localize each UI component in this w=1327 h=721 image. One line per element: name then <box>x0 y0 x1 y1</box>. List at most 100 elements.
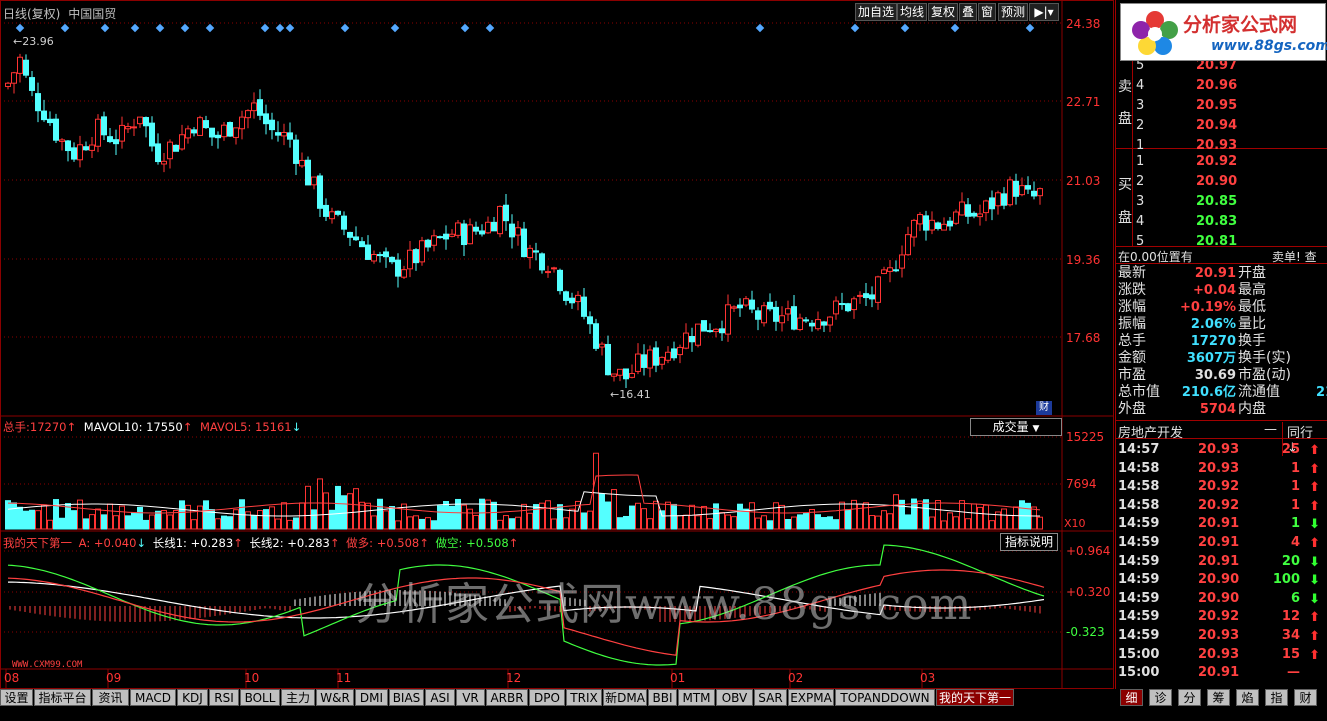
quote-value: 30.69 <box>1194 368 1236 383</box>
volume-bar <box>893 494 899 530</box>
candle-body <box>785 308 791 315</box>
indicator-help-button[interactable]: 指标说明 <box>1000 533 1058 551</box>
volume-bar <box>41 504 47 530</box>
window-button[interactable]: 窗 <box>978 3 997 21</box>
volume-bar <box>251 515 257 530</box>
candle-body <box>281 131 287 137</box>
candle-body <box>605 343 611 376</box>
stock-name: 中国国贸 <box>68 7 117 21</box>
candle-body <box>929 219 935 231</box>
order-book-row[interactable]: 2 20.90 <box>1116 172 1327 192</box>
side-tab-4[interactable]: 焰 <box>1236 689 1259 706</box>
signal-diamond <box>60 23 70 33</box>
tab-vr[interactable]: VR <box>456 689 485 706</box>
candle-body <box>515 227 521 236</box>
volume-bar <box>623 515 629 530</box>
tab-expma[interactable]: EXPMA <box>788 689 834 706</box>
tab-主力[interactable]: 主力 <box>281 689 315 706</box>
tab-obv[interactable]: OBV <box>716 689 753 706</box>
volume-selector[interactable]: 成交量 ▼ <box>970 418 1062 436</box>
order-book-row[interactable]: 3 20.95 <box>1116 96 1327 116</box>
candle-body <box>59 139 65 142</box>
overlay-button[interactable]: 叠 <box>959 3 978 21</box>
sector-name[interactable]: 房地产开发 <box>1118 422 1183 441</box>
volume-bar <box>35 510 41 530</box>
finance-badge[interactable]: 财 <box>1036 401 1052 415</box>
side-tab-0[interactable]: 细 <box>1120 689 1143 706</box>
volume-bar <box>359 501 365 530</box>
tab-arbr[interactable]: ARBR <box>486 689 528 706</box>
volume-bars <box>5 452 1043 530</box>
side-tab-1[interactable]: 诊 <box>1149 689 1172 706</box>
side-tab-3[interactable]: 筹 <box>1207 689 1230 706</box>
month-label: 09 <box>106 671 121 685</box>
quote-label: 总手 <box>1118 333 1146 349</box>
candle-body <box>107 136 113 143</box>
volume-bar <box>125 515 131 530</box>
tab-dmi[interactable]: DMI <box>355 689 388 706</box>
tab-我的天下第一[interactable]: 我的天下第一 <box>936 689 1014 706</box>
volume-bar <box>107 503 113 530</box>
order-book-row[interactable]: 4 20.96 <box>1116 76 1327 96</box>
volume-bar <box>407 516 413 530</box>
trade-time: 15:00 <box>1118 665 1160 681</box>
volume-bar <box>785 519 791 530</box>
volume-bar <box>965 518 971 530</box>
adjust-button[interactable]: 复权 <box>928 3 959 21</box>
tab-设置[interactable]: 设置 <box>0 689 33 706</box>
trade-time: 14:58 <box>1118 460 1160 476</box>
trade-row: 14:58 20.92 1 ⬆ <box>1116 496 1327 515</box>
level-price: 20.92 <box>1196 154 1238 169</box>
tab-mtm[interactable]: MTM <box>678 689 715 706</box>
tab-asi[interactable]: ASI <box>425 689 455 706</box>
candle-body <box>419 240 425 263</box>
trade-row: 14:59 20.92 12 ⬆ <box>1116 607 1327 626</box>
candle-body <box>647 349 653 369</box>
tab-w-r[interactable]: W&R <box>316 689 354 706</box>
ma-button[interactable]: 均线 <box>897 3 928 21</box>
candle-body <box>803 319 809 322</box>
tab-dpo[interactable]: DPO <box>529 689 565 706</box>
tab-trix[interactable]: TRIX <box>566 689 602 706</box>
forecast-button[interactable]: 预测 <box>998 3 1029 21</box>
tab-boll[interactable]: BOLL <box>240 689 280 706</box>
add-watchlist-button[interactable]: 加自选 <box>855 3 898 21</box>
signal-diamond <box>15 23 25 33</box>
side-tab-2[interactable]: 分 <box>1178 689 1201 706</box>
candle-body <box>173 144 179 152</box>
candle-body <box>827 316 833 326</box>
tab-macd[interactable]: MACD <box>130 689 176 706</box>
order-book-row[interactable]: 2 20.94 <box>1116 116 1327 136</box>
candle-body <box>743 298 749 306</box>
trade-row: 15:00 20.91 — <box>1116 663 1327 682</box>
volume-bar <box>323 492 329 530</box>
trade-time: 14:58 <box>1118 479 1160 495</box>
tab-指标平台[interactable]: 指标平台 <box>34 689 91 706</box>
tab-新dma[interactable]: 新DMA <box>603 689 647 706</box>
side-tab-5[interactable]: 指 <box>1265 689 1288 706</box>
candle-body <box>641 354 647 368</box>
tab-topanddown[interactable]: TOPANDDOWN <box>835 689 935 706</box>
order-book-row[interactable]: 3 20.85 <box>1116 192 1327 212</box>
candle-body <box>65 140 71 152</box>
candle-body <box>149 122 155 147</box>
tab-bias[interactable]: BIAS <box>389 689 424 706</box>
order-book-row[interactable]: 4 20.83 <box>1116 212 1327 232</box>
volume-bar <box>11 502 17 530</box>
tab-bbi[interactable]: BBI <box>648 689 677 706</box>
side-tab-6[interactable]: 财 <box>1294 689 1317 706</box>
candle-body <box>479 230 485 235</box>
tab-rsi[interactable]: RSI <box>209 689 239 706</box>
candle-body <box>179 134 185 150</box>
order-book-row[interactable]: 1 20.92 <box>1116 152 1327 172</box>
volume-bar <box>245 511 251 530</box>
tab-资讯[interactable]: 资讯 <box>92 689 129 706</box>
trade-time: 14:59 <box>1118 590 1160 606</box>
volume-bar <box>983 504 989 530</box>
play-back-icon[interactable]: ▶|▾ <box>1029 3 1059 21</box>
candle-body <box>323 204 329 217</box>
tab-kdj[interactable]: KDJ <box>177 689 208 706</box>
trade-row: 14:59 20.91 4 ⬆ <box>1116 533 1327 552</box>
tab-sar[interactable]: SAR <box>754 689 787 706</box>
volume-bar <box>371 515 377 530</box>
